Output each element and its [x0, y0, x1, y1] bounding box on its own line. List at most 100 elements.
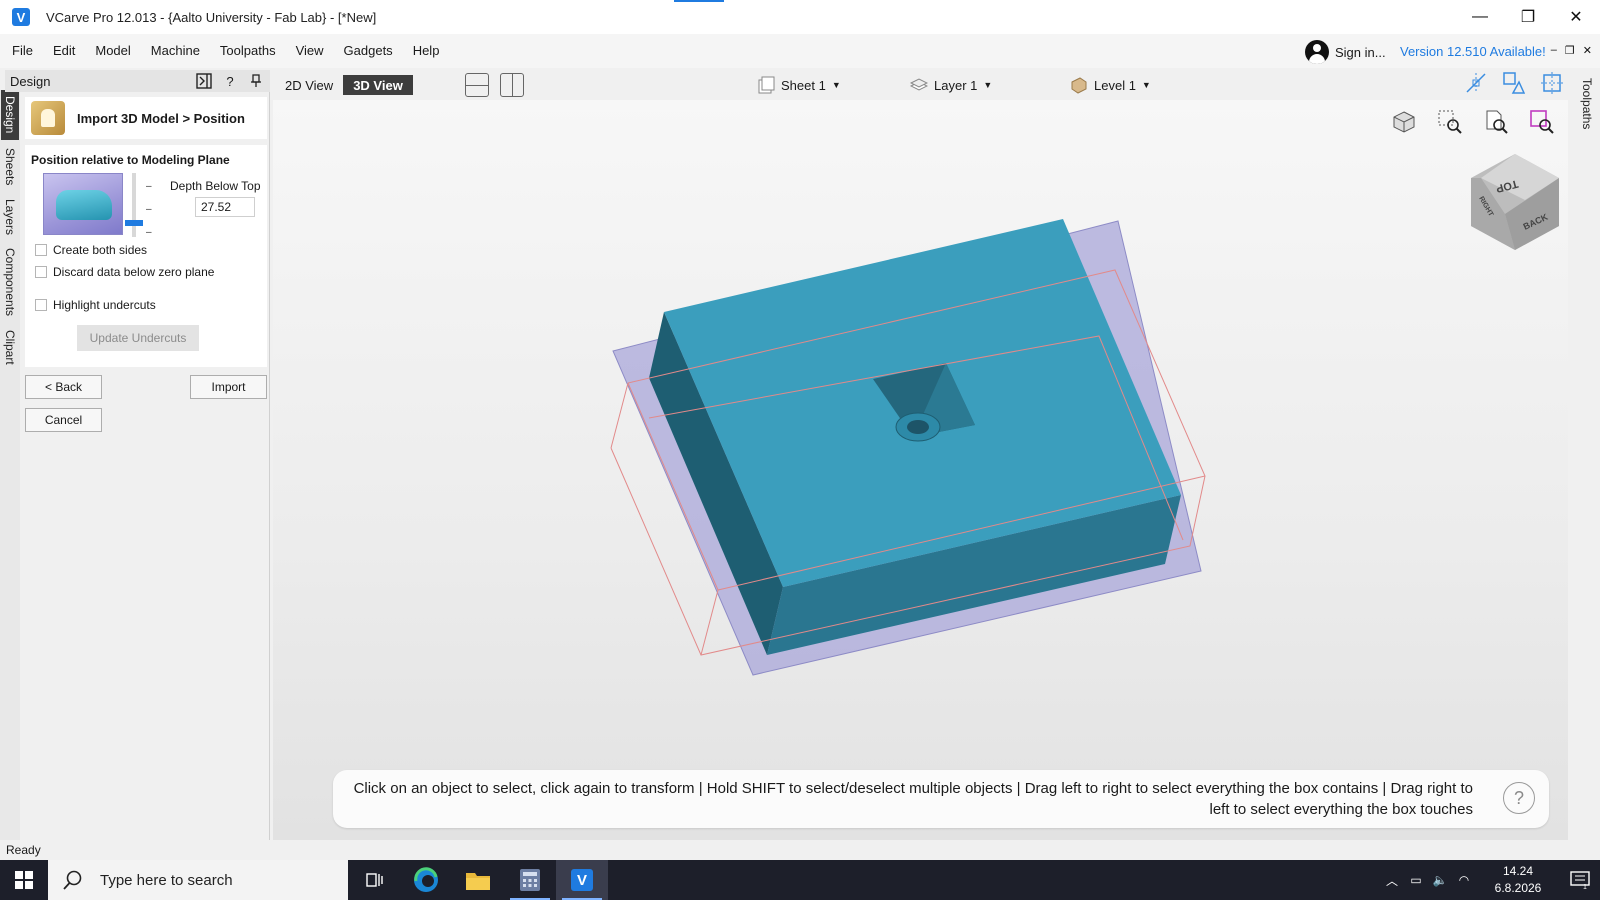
title-accent-line: [674, 0, 724, 2]
update-undercuts-button[interactable]: Update Undercuts: [77, 325, 199, 351]
notification-count: 1: [1583, 884, 1587, 889]
depth-input[interactable]: 27.52: [195, 197, 255, 217]
3d-viewport[interactable]: TOP RIGHT BACK Click on an object to sel…: [273, 100, 1568, 840]
tab-toolpaths[interactable]: Toolpaths: [1580, 78, 1594, 129]
depth-label: Depth Below Top: [170, 179, 261, 193]
view-toolbar: 2D View 3D View Sheet 1 ▼ Layer 1 ▼ Leve…: [275, 70, 1565, 100]
layer-label: Layer 1: [934, 77, 978, 93]
menu-machine[interactable]: Machine: [141, 34, 210, 68]
task-view-icon[interactable]: [348, 860, 400, 900]
car-model-icon: [56, 190, 112, 220]
clock-time: 14.24: [1502, 864, 1534, 878]
help-icon[interactable]: ?: [222, 72, 238, 90]
search-placeholder: Type here to search: [100, 871, 233, 889]
taskbar: Type here to search V ︿ ▭ 🔈 ◠ 14.24 6.8.…: [0, 860, 1600, 900]
discard-below-zero-checkbox[interactable]: Discard data below zero plane: [35, 265, 214, 279]
user-avatar-icon: [1305, 40, 1329, 64]
slider-ticks: – – –: [146, 181, 152, 238]
sheet-icon: [758, 76, 775, 94]
chevron-up-icon[interactable]: ︿: [1380, 872, 1404, 889]
hint-text: Click on an object to select, click agai…: [353, 780, 1473, 818]
battery-icon[interactable]: ▭: [1404, 873, 1428, 887]
tab-design[interactable]: Design: [1, 90, 19, 140]
transform-tools: [1465, 72, 1563, 94]
scale-shapes-icon[interactable]: [1503, 72, 1525, 94]
import-button[interactable]: Import: [190, 375, 267, 399]
mdi-close-icon[interactable]: ✕: [1583, 44, 1592, 57]
vcarve-taskbar-icon[interactable]: V: [556, 860, 608, 900]
menu-view[interactable]: View: [286, 34, 334, 68]
taskbar-search[interactable]: Type here to search: [48, 860, 348, 900]
layer-dropdown[interactable]: Layer 1 ▼: [910, 76, 992, 94]
level-label: Level 1: [1094, 77, 1136, 93]
sheet-label: Sheet 1: [781, 77, 826, 93]
chevron-down-icon: ▼: [983, 80, 993, 90]
sheet-dropdown[interactable]: Sheet 1 ▼: [757, 76, 841, 94]
grid-select-icon[interactable]: [1541, 72, 1563, 94]
system-tray: ︿ ▭ 🔈 ◠ 14.24 6.8.2026 1: [1380, 860, 1600, 900]
level-icon: [1071, 77, 1087, 94]
depth-slider-track[interactable]: [132, 173, 136, 237]
menu-toolpaths[interactable]: Toolpaths: [210, 34, 286, 68]
view-3d-button[interactable]: 3D View: [343, 75, 413, 95]
window-title: VCarve Pro 12.013 - {Aalto University - …: [46, 9, 377, 25]
highlight-undercuts-checkbox[interactable]: Highlight undercuts: [35, 298, 156, 312]
mdi-minimize-icon[interactable]: –: [1551, 44, 1557, 57]
wifi-icon[interactable]: ◠: [1452, 873, 1476, 887]
notification-icon[interactable]: 1: [1560, 860, 1600, 900]
menu-model[interactable]: Model: [85, 34, 140, 68]
checkbox-label: Create both sides: [53, 243, 148, 257]
split-vertical-icon[interactable]: [500, 73, 524, 97]
depth-slider-thumb[interactable]: [125, 220, 143, 226]
checkbox-box[interactable]: [35, 244, 47, 256]
edge-browser-icon[interactable]: [400, 860, 452, 900]
close-button[interactable]: ✕: [1552, 0, 1600, 34]
collapse-panel-icon[interactable]: [196, 72, 212, 90]
view-2d-button[interactable]: 2D View: [275, 75, 343, 95]
chevron-down-icon: ▼: [1141, 80, 1151, 90]
tab-clipart[interactable]: Clipart: [1, 324, 19, 370]
tab-layers[interactable]: Layers: [1, 194, 19, 240]
position-section: Position relative to Modeling Plane – – – …: [25, 145, 267, 367]
status-bar: Ready: [0, 840, 1600, 860]
tab-components[interactable]: Components: [1, 244, 19, 320]
window-controls: — ❐ ✕: [1456, 0, 1600, 34]
mdi-controls: – ❐ ✕: [1551, 44, 1592, 57]
position-title: Position relative to Modeling Plane: [31, 153, 230, 167]
checkbox-label: Highlight undercuts: [53, 298, 156, 312]
volume-icon[interactable]: 🔈: [1428, 873, 1452, 887]
pin-icon[interactable]: [248, 72, 264, 90]
checkbox-box[interactable]: [35, 299, 47, 311]
menu-edit[interactable]: Edit: [43, 34, 85, 68]
create-both-sides-checkbox[interactable]: Create both sides: [35, 243, 147, 257]
calculator-icon[interactable]: [504, 860, 556, 900]
clock[interactable]: 14.24 6.8.2026: [1476, 863, 1560, 897]
import-3d-model-icon: [31, 101, 65, 135]
clock-date: 6.8.2026: [1494, 881, 1542, 895]
search-icon: [63, 870, 82, 890]
back-button[interactable]: < Back: [25, 375, 102, 399]
menu-gadgets[interactable]: Gadgets: [334, 34, 403, 68]
cancel-button[interactable]: Cancel: [25, 408, 102, 432]
title-bar: V VCarve Pro 12.013 - {Aalto University …: [0, 0, 1600, 34]
checkbox-box[interactable]: [35, 266, 47, 278]
start-button[interactable]: [0, 860, 48, 900]
panel-header: Design ?: [5, 70, 270, 92]
sign-in-label: Sign in...: [1335, 44, 1386, 60]
hint-help-button[interactable]: ?: [1503, 782, 1535, 814]
menu-bar: File Edit Model Machine Toolpaths View G…: [0, 34, 1600, 68]
move-snap-icon[interactable]: [1465, 72, 1487, 94]
vcarve-app-icon[interactable]: V: [12, 8, 30, 26]
tab-sheets[interactable]: Sheets: [1, 144, 19, 190]
menu-help[interactable]: Help: [403, 34, 450, 68]
level-dropdown[interactable]: Level 1 ▼: [1070, 76, 1151, 94]
menu-file[interactable]: File: [0, 34, 43, 68]
minimize-button[interactable]: —: [1456, 0, 1504, 34]
panel-title: Design: [10, 73, 51, 89]
mdi-restore-icon[interactable]: ❐: [1565, 44, 1575, 57]
restore-button[interactable]: ❐: [1504, 0, 1552, 34]
sign-in-button[interactable]: Sign in...: [1305, 40, 1386, 64]
split-horizontal-icon[interactable]: [465, 73, 489, 97]
file-explorer-icon[interactable]: [452, 860, 504, 900]
version-available-link[interactable]: Version 12.510 Available!: [1400, 44, 1546, 59]
